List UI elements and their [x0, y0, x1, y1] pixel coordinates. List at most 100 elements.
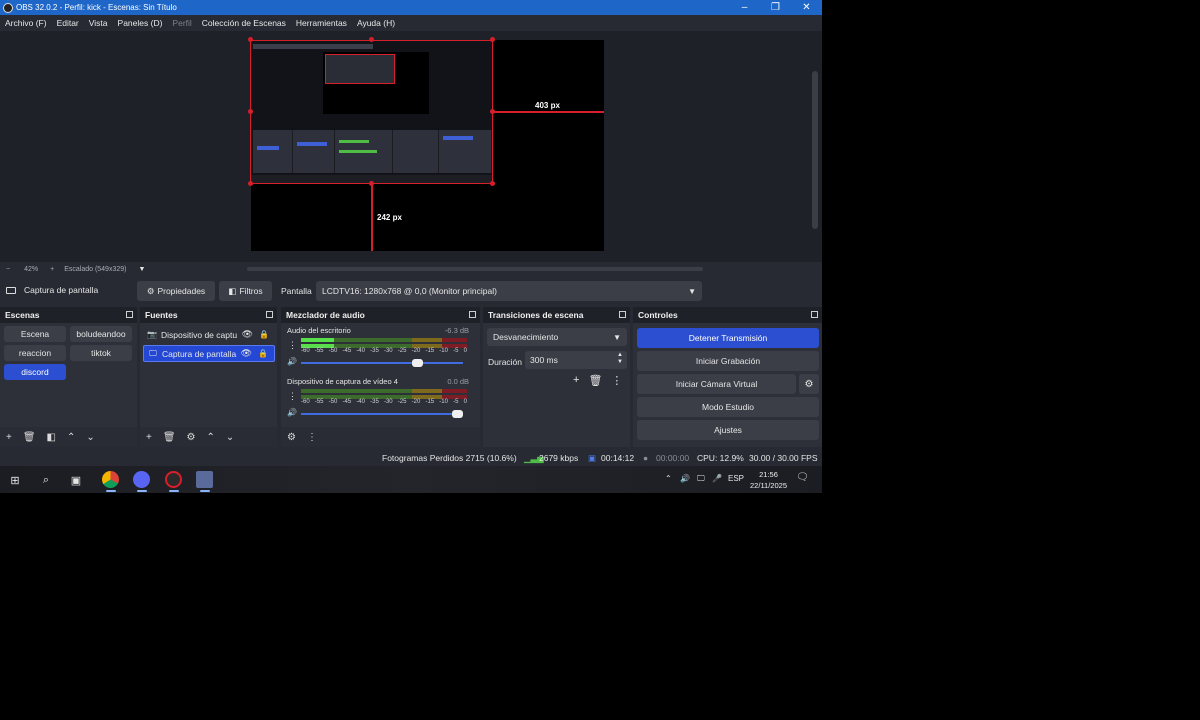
app-icon[interactable]	[196, 471, 213, 488]
chevron-up-icon[interactable]: ⌃	[665, 474, 672, 483]
menu-herramientas[interactable]: Herramientas	[296, 18, 347, 28]
transition-menu-icon[interactable]: ⋮	[611, 374, 622, 387]
close-button[interactable]: ✕	[791, 0, 822, 15]
preview-horizontal-scrollbar[interactable]	[247, 267, 703, 271]
move-up-icon[interactable]: ⌃	[67, 432, 75, 443]
menu-editar[interactable]: Editar	[57, 18, 79, 28]
restore-button[interactable]: ❐	[760, 0, 791, 15]
resize-handle-br[interactable]	[490, 181, 495, 186]
menu-ayuda[interactable]: Ayuda (H)	[357, 18, 395, 28]
stop-stream-button[interactable]: Detener Transmisión	[637, 328, 819, 348]
start-recording-button[interactable]: Iniciar Grabación	[637, 351, 819, 371]
undock-icon[interactable]	[619, 311, 626, 318]
settings-button[interactable]: Ajustes	[637, 420, 819, 440]
bottom-distance-guide	[371, 185, 373, 251]
properties-button[interactable]: ⚙ Propiedades	[137, 281, 215, 301]
source-item-capture-device[interactable]: 📷 Dispositivo de captu 👁 🔒	[143, 326, 275, 343]
menu-archivo[interactable]: Archivo (F)	[5, 18, 47, 28]
scene-filters-icon[interactable]: ◧	[47, 432, 56, 443]
volume-slider[interactable]	[301, 410, 463, 418]
menu-perfil[interactable]: Perfil	[172, 18, 191, 28]
resize-handle-tr[interactable]	[490, 37, 495, 42]
add-source-icon[interactable]: +	[146, 432, 152, 443]
move-up-icon[interactable]: ⌃	[207, 432, 215, 443]
discord-icon[interactable]	[133, 471, 150, 488]
visibility-eye-icon[interactable]: 👁	[241, 348, 252, 359]
add-transition-icon[interactable]: +	[573, 374, 579, 387]
notifications-icon[interactable]: 🗨	[796, 472, 809, 483]
add-scene-icon[interactable]: +	[6, 432, 12, 443]
scene-item-reaccion[interactable]: reaccion	[4, 345, 66, 361]
transition-select[interactable]: Desvanecimiento ▼	[487, 328, 627, 346]
windows-start-icon[interactable]: ⊞	[7, 472, 23, 488]
spin-buttons-icon[interactable]: ▲ ▼	[617, 352, 623, 366]
language-indicator[interactable]: ESP	[728, 474, 744, 483]
taskbar-clock[interactable]: 21:56 22/11/2025	[750, 469, 787, 491]
scene-item-escena[interactable]: Escena	[4, 326, 66, 342]
scale-mode-dropdown-icon[interactable]: ▼	[138, 266, 145, 273]
virtual-camera-settings-gear-icon[interactable]: ⚙	[799, 374, 819, 394]
chrome-icon[interactable]	[102, 471, 119, 488]
menu-paneles[interactable]: Paneles (D)	[118, 18, 163, 28]
menu-bar: Archivo (F) Editar Vista Paneles (D) Per…	[0, 15, 822, 31]
scene-item-tiktok[interactable]: tiktok	[70, 345, 132, 361]
zoom-bar: − 42% + Escalado (549x329) ▼	[0, 262, 822, 276]
source-item-screen-capture[interactable]: 🖵 Captura de pantalla 👁 🔒	[143, 345, 275, 362]
remove-source-icon[interactable]: 🗑	[163, 432, 176, 443]
speaker-icon[interactable]: 🔊	[287, 408, 297, 417]
track-menu-icon[interactable]: ⋮	[288, 391, 297, 402]
zoom-in-button[interactable]: +	[50, 266, 54, 273]
screen-capture-source[interactable]	[250, 40, 493, 184]
resize-handle-left[interactable]	[248, 109, 253, 114]
volume-knob[interactable]	[411, 359, 423, 367]
studio-mode-button[interactable]: Modo Estudio	[637, 397, 819, 417]
undock-icon[interactable]	[469, 311, 476, 318]
remove-transition-icon[interactable]: 🗑	[588, 374, 602, 387]
meter-tick-label: 0	[463, 399, 467, 405]
minimize-button[interactable]: –	[729, 0, 760, 15]
volume-knob[interactable]	[452, 410, 463, 418]
meter-tick-label: -60	[301, 399, 310, 405]
zoom-out-button[interactable]: −	[6, 266, 10, 273]
preview-vertical-scrollbar[interactable]	[812, 71, 818, 229]
menu-vista[interactable]: Vista	[89, 18, 108, 28]
obs-taskbar-icon[interactable]	[165, 471, 182, 488]
speaker-icon[interactable]: 🔊	[287, 357, 297, 366]
filters-label: Filtros	[239, 286, 263, 296]
menu-coleccion-escenas[interactable]: Colección de Escenas	[202, 18, 286, 28]
display-select[interactable]: LCDTV16: 1280x768 @ 0,0 (Monitor princip…	[316, 281, 702, 301]
lock-icon[interactable]: 🔒	[258, 349, 268, 358]
controls-dock-header: Controles	[633, 307, 822, 323]
filters-button[interactable]: ◧ Filtros	[219, 281, 272, 301]
task-view-icon[interactable]: ▣	[68, 472, 84, 488]
scene-item-discord[interactable]: discord	[4, 364, 66, 380]
microphone-icon[interactable]: 🎤	[712, 474, 722, 483]
level-meter	[301, 338, 467, 342]
preview-area[interactable]: 403 px 242 px	[0, 31, 822, 262]
scene-item-boludeandoo[interactable]: boludeandoo	[70, 326, 132, 342]
duration-input[interactable]: 300 ms ▲ ▼	[525, 351, 627, 369]
network-icon[interactable]: 🖵	[697, 474, 705, 484]
search-icon[interactable]: ⌕	[38, 472, 54, 488]
undock-icon[interactable]	[266, 311, 273, 318]
undock-icon[interactable]	[126, 311, 133, 318]
resize-handle-bl[interactable]	[248, 181, 253, 186]
scale-mode[interactable]: Escalado (549x329)	[64, 266, 126, 273]
track-menu-icon[interactable]: ⋮	[288, 340, 297, 351]
meter-tick-label: 0	[463, 348, 467, 354]
move-down-icon[interactable]: ⌄	[226, 432, 234, 443]
move-down-icon[interactable]: ⌄	[86, 432, 94, 443]
volume-slider[interactable]	[301, 359, 463, 367]
volume-icon[interactable]: 🔊	[680, 474, 690, 483]
resize-handle-tl[interactable]	[248, 37, 253, 42]
source-properties-gear-icon[interactable]: ⚙	[187, 432, 196, 443]
remove-scene-icon[interactable]: 🗑	[23, 432, 36, 443]
mixer-menu-icon[interactable]: ⋮	[307, 432, 317, 443]
advanced-audio-gear-icon[interactable]: ⚙	[287, 432, 296, 443]
resize-handle-top[interactable]	[369, 37, 374, 42]
start-virtual-camera-button[interactable]: Iniciar Cámara Virtual	[637, 374, 796, 394]
meter-tick-label: -10	[439, 348, 448, 354]
lock-icon[interactable]: 🔒	[259, 330, 269, 339]
visibility-eye-icon[interactable]: 👁	[242, 329, 253, 340]
undock-icon[interactable]	[811, 311, 818, 318]
